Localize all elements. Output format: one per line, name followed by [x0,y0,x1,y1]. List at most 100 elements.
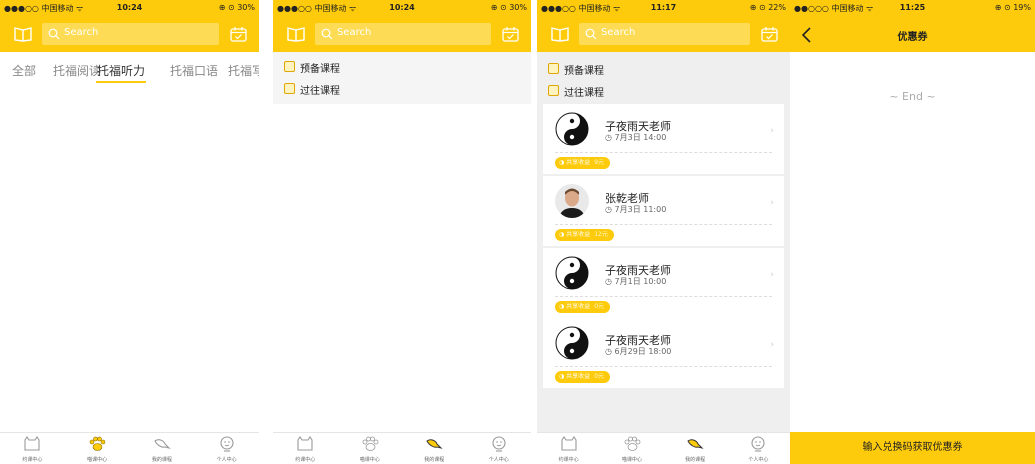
tab-bar: 约课中心 喵课中心 我的课程 个人中心 [0,432,259,464]
tab-label: 喵课中心 [87,457,108,463]
tab-label: 喵课中心 [359,457,380,463]
redeem-code-button[interactable]: 输入兑换码获取优惠券 [790,432,1035,464]
course-card[interactable]: 子夜雨天老师 ◷ 6月29日 18:00 › ◑ 共享收益 0元 [543,318,784,388]
tab-label: 我的课程 [424,457,445,463]
status-bar: ●●●○○ 中国移动 ᯤ 11:17 ⊕ ⊙ 22% [537,0,790,17]
fish-icon [687,439,704,449]
chevron-right-icon: › [770,270,774,280]
nav-bar: 优惠券 [790,17,1035,52]
tab-my-courses[interactable]: 我的课程 [130,433,195,464]
tab-profile[interactable]: 个人中心 [467,433,532,464]
menu-label: 过往课程 [564,88,604,99]
screen-my-courses-list: ●●●○○ 中国移动 ᯤ 11:17 ⊕ ⊙ 22% Search 预备课程 过… [537,0,790,464]
list-icon [548,63,559,74]
badge-label: 共享收益 [566,303,591,310]
carrier-label: ●●○○○ 中国移动 ᯤ [794,4,874,13]
screen-coupons: ●●○○○ 中国移动 ᯤ 11:25 ⊕ ⊙ 19% 优惠券 ~ End ~ 输… [790,0,1035,464]
category-all[interactable]: 全部 [12,62,36,79]
course-time: ◷ 7月1日 10:00 [605,277,667,286]
chevron-right-icon: › [770,340,774,350]
book-icon[interactable] [14,26,32,42]
paw-icon [89,436,106,451]
carrier-label: ●●●○○ 中国移动 ᯤ [277,4,357,13]
search-input[interactable]: Search [42,23,219,45]
tab-my-courses[interactable]: 我的课程 [664,433,727,464]
course-card[interactable]: 子夜雨天老师 ◷ 7月3日 14:00 › ◑ 共享收益 9元 [543,104,784,174]
coin-icon: ◑ [559,231,565,238]
tab-meow[interactable]: 喵课中心 [65,433,130,464]
menu-past-courses[interactable]: 过往课程 [537,80,790,102]
course-card[interactable]: 张乾老师 ◷ 7月3日 11:00 › ◑ 共享收益 12元 [543,176,784,246]
menu-upcoming-courses[interactable]: 预备课程 [537,58,790,80]
teacher-avatar [555,184,589,218]
earnings-badge: ◑ 共享收益 0元 [555,371,611,383]
coin-icon: ◑ [559,159,565,166]
earnings-badge: ◑ 共享收益 0元 [555,301,611,313]
tab-label: 个人中心 [488,457,509,463]
search-input[interactable]: Search [579,23,750,45]
top-bar: Search [273,17,531,52]
course-time-value: 7月3日 11:00 [614,205,667,214]
screen-meow-center: ●●●○○ 中国移动 ᯤ 10:24 ⊕ ⊙ 30% Search 全部 托福阅… [0,0,259,464]
chevron-right-icon: › [770,198,774,208]
category-speaking[interactable]: 托福口语 [170,62,218,79]
clipboard-icon [548,85,559,96]
calendar-icon[interactable] [761,26,778,42]
category-writing[interactable]: 托福写作 [228,62,259,79]
battery-label: ⊕ ⊙ 30% [218,3,255,12]
menu-label: 预备课程 [300,64,340,75]
paw-icon [624,436,641,451]
badge-value: 0元 [594,303,605,310]
clock: 11:25 [899,3,926,12]
search-input[interactable]: Search [315,23,491,45]
tab-booking[interactable]: 约课中心 [0,433,65,464]
badge-value: 12元 [594,231,608,238]
clock: 10:24 [389,3,415,12]
tab-label: 喵课中心 [621,457,642,463]
course-time-value: 6月29日 18:00 [614,347,672,356]
paw-icon [362,436,379,451]
menu-past-courses[interactable]: 过往课程 [273,78,531,100]
earnings-badge: ◑ 共享收益 9元 [555,157,611,169]
status-bar: ●●●○○ 中国移动 ᯤ 10:24 ⊕ ⊙ 30% [0,0,259,17]
search-placeholder: Search [601,27,636,38]
book-icon[interactable] [551,26,569,42]
earnings-badge: ◑ 共享收益 12元 [555,229,614,241]
tab-meow[interactable]: 喵课中心 [338,433,403,464]
search-icon [585,28,597,40]
coin-icon: ◑ [559,373,565,380]
tab-profile[interactable]: 个人中心 [194,433,259,464]
top-bar: Search [0,17,259,52]
divider [555,296,772,297]
category-reading[interactable]: 托福阅读 [53,62,101,79]
tab-label: 我的课程 [685,457,706,463]
tab-booking[interactable]: 约课中心 [537,433,600,464]
calendar-icon[interactable] [230,26,247,42]
badge-value: 0元 [594,373,605,380]
divider [555,224,772,225]
menu-upcoming-courses[interactable]: 预备课程 [273,56,531,78]
tab-meow[interactable]: 喵课中心 [600,433,663,464]
coin-icon: ◑ [559,303,565,310]
tab-my-courses[interactable]: 我的课程 [402,433,467,464]
calendar-icon[interactable] [502,26,519,42]
search-placeholder: Search [64,27,99,38]
list-icon [284,61,295,72]
active-tab-indicator [96,81,146,83]
tab-booking[interactable]: 约课中心 [273,433,338,464]
cat-box-icon [297,436,313,451]
category-tabs: 全部 托福阅读 托福听力 托福口语 托福写作 [0,52,259,86]
carrier-label: ●●●○○ 中国移动 ᯤ [541,4,621,13]
tab-bar: 约课中心 喵课中心 我的课程 个人中心 [273,432,531,464]
tab-profile[interactable]: 个人中心 [727,433,790,464]
fish-icon [154,439,171,450]
menu-label: 预备课程 [564,66,604,77]
tab-label: 约课中心 [558,457,579,463]
page-title: 优惠券 [897,32,928,43]
clock: 11:17 [650,3,677,12]
category-listening[interactable]: 托福听力 [97,62,145,79]
badge-label: 共享收益 [566,231,591,238]
divider [555,366,772,367]
book-icon[interactable] [287,26,305,42]
course-card[interactable]: 子夜雨天老师 ◷ 7月1日 10:00 › ◑ 共享收益 0元 [543,248,784,318]
